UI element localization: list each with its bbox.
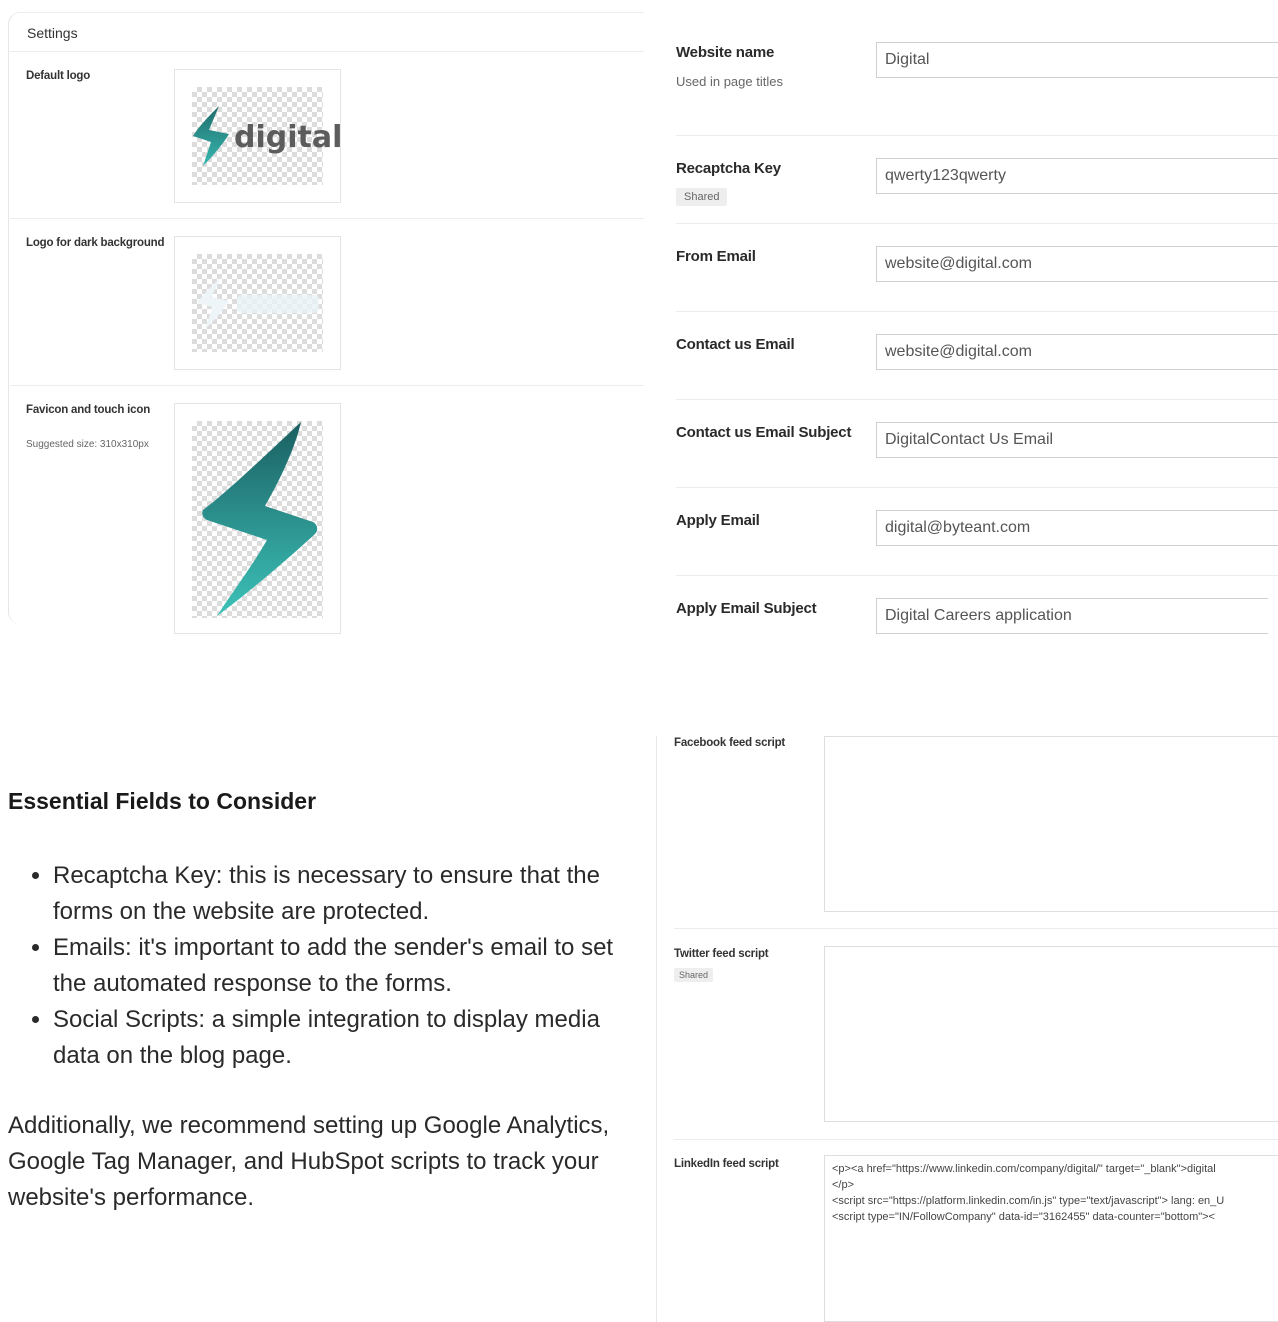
white-logo-icon (197, 277, 319, 329)
website-name-note: Used in page titles (676, 74, 783, 89)
shared-badge: Shared (676, 188, 728, 206)
logo-wordmark: digital (234, 120, 343, 155)
apply-email-subject-input[interactable] (876, 598, 1268, 634)
divider (676, 575, 1278, 576)
from-email-input[interactable] (876, 246, 1278, 282)
facebook-script-label: Facebook feed script (674, 737, 786, 749)
apply-email-input[interactable] (876, 510, 1278, 546)
shared-badge: Shared (674, 968, 714, 982)
list-item: Social Scripts: a simple integration to … (53, 1002, 638, 1074)
divider (674, 1139, 1278, 1140)
facebook-script-textarea[interactable] (824, 736, 1278, 912)
contact-email-subject-input[interactable] (876, 422, 1278, 458)
website-name-input[interactable] (876, 42, 1278, 78)
favicon-size-note: Suggested size: 310x310px (26, 439, 149, 450)
apply-email-label: Apply Email (676, 512, 760, 529)
list-item: Emails: it's important to add the sender… (53, 930, 638, 1002)
default-logo-upload[interactable]: digital (174, 69, 343, 203)
recommendation-paragraph: Additionally, we recommend setting up Go… (8, 1112, 610, 1211)
list-item: Recaptcha Key: this is necessary to ensu… (53, 858, 638, 930)
recaptcha-key-input[interactable] (876, 158, 1278, 194)
favicon-upload[interactable] (174, 403, 341, 634)
twitter-script-textarea[interactable] (824, 946, 1278, 1122)
contact-email-input[interactable] (876, 334, 1278, 370)
favicon-lightning-icon (202, 422, 318, 616)
settings-title: Settings (27, 25, 78, 41)
lightning-logo-icon (193, 106, 229, 166)
apply-email-subject-label: Apply Email Subject (676, 600, 817, 617)
divider (674, 928, 1278, 929)
divider (10, 218, 644, 219)
favicon-label: Favicon and touch icon (26, 404, 151, 416)
essential-fields-list: Recaptcha Key: this is necessary to ensu… (8, 858, 638, 1074)
divider (676, 223, 1278, 224)
website-name-label: Website name (676, 44, 775, 61)
divider (676, 399, 1278, 400)
linkedin-script-label: LinkedIn feed script (674, 1158, 779, 1170)
dark-logo-upload[interactable] (174, 236, 341, 370)
divider (676, 135, 1278, 136)
default-logo-label: Default logo (26, 70, 91, 82)
twitter-script-label: Twitter feed script (674, 948, 769, 960)
divider (10, 385, 644, 386)
divider (676, 311, 1278, 312)
divider (676, 487, 1278, 488)
contact-email-label: Contact us Email (676, 336, 795, 353)
contact-email-subject-label: Contact us Email Subject (676, 424, 852, 441)
dark-logo-label: Logo for dark background (26, 237, 165, 249)
article-heading: Essential Fields to Consider (8, 788, 317, 814)
linkedin-script-code: <p><a href="https://www.linkedin.com/com… (832, 1163, 1225, 1223)
divider (10, 51, 644, 52)
recaptcha-key-label: Recaptcha Key (676, 160, 781, 177)
from-email-label: From Email (676, 248, 756, 265)
